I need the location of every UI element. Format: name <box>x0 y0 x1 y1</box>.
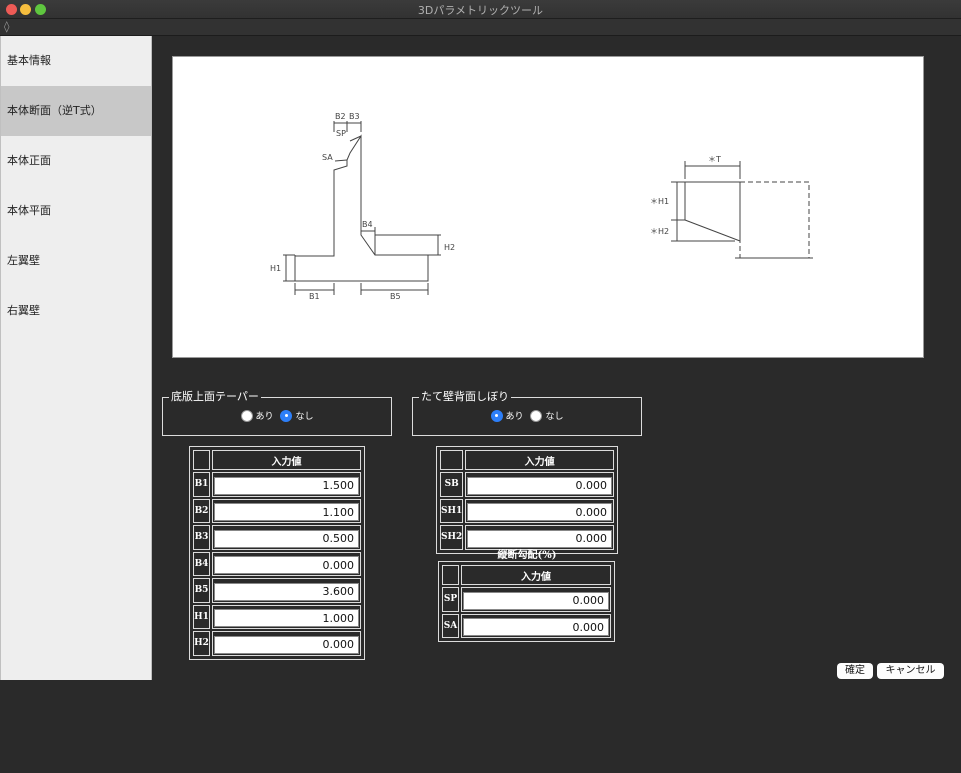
label-b2: B2 <box>335 112 346 121</box>
taper-legend: 底版上面テーパー <box>169 390 261 404</box>
input-b3[interactable] <box>214 529 359 548</box>
window-title: 3Dパラメトリックツール <box>417 4 544 17</box>
sidebar-item-plan[interactable]: 本体平面 <box>1 186 151 236</box>
radio-selected-icon[interactable] <box>280 409 293 422</box>
updown-chevron-icon[interactable]: ◊ <box>4 20 9 33</box>
row-label-h1: H1 <box>193 604 210 629</box>
label-h1: H1 <box>270 264 281 273</box>
row-label-sh1: SH1 <box>440 498 464 523</box>
radio-selected-icon[interactable] <box>490 409 503 422</box>
input-h1[interactable] <box>214 609 359 627</box>
sidebar-item-left-wing[interactable]: 左翼壁 <box>1 236 151 286</box>
cross-section-diagram: B2 B3 SP SA B4 H2 H1 B1 B5 ＊T ＊H1 ＊H2 <box>172 56 924 358</box>
table-row: SB <box>440 472 614 497</box>
input-sh2[interactable] <box>467 529 612 548</box>
table-row: B5 <box>193 578 361 603</box>
taper-option-yes[interactable]: あり <box>240 409 274 422</box>
table-row: B1 <box>193 472 361 497</box>
taper-option-yes-label: あり <box>255 412 274 422</box>
input-sp[interactable] <box>463 591 609 610</box>
back-wall-group: たて壁背面しぼり あり なし <box>412 390 642 436</box>
taper-group: 底版上面テーパー あり なし <box>162 390 392 436</box>
row-label-b5: B5 <box>193 578 210 603</box>
confirm-button[interactable]: 確定 <box>837 663 873 679</box>
label-sp: SP <box>336 129 346 138</box>
table-row: SH1 <box>440 498 614 523</box>
radio-icon[interactable] <box>530 409 543 422</box>
sidebar: 基本情報 本体断面（逆T式） 本体正面 本体平面 左翼壁 右翼壁 <box>0 36 152 680</box>
table-row: SP <box>442 587 611 612</box>
input-b1[interactable] <box>214 476 359 495</box>
label-star-h1: ＊H1 <box>650 197 669 206</box>
label-b1: B1 <box>309 292 320 301</box>
title-bar: 3Dパラメトリックツール <box>0 0 961 19</box>
label-sa: SA <box>322 153 333 162</box>
sidebar-item-front[interactable]: 本体正面 <box>1 136 151 186</box>
back-wall-legend: たて壁背面しぼり <box>419 390 511 404</box>
taper-radio-group: あり なし <box>163 409 391 425</box>
table-corner <box>440 450 464 470</box>
cancel-button[interactable]: キャンセル <box>877 663 944 679</box>
table-row: H1 <box>193 604 361 629</box>
back-wall-table: 入力値 SB SH1 SH2 <box>436 446 618 554</box>
label-h2: H2 <box>444 243 455 252</box>
sidebar-item-right-wing[interactable]: 右翼壁 <box>1 286 151 336</box>
label-star-h2: ＊H2 <box>650 227 669 236</box>
row-label-b2: B2 <box>193 498 210 523</box>
toolbar: ◊ <box>0 19 961 36</box>
input-b5[interactable] <box>214 582 359 601</box>
input-b4[interactable] <box>214 556 359 574</box>
back-wall-option-yes[interactable]: あり <box>490 409 524 422</box>
input-h2[interactable] <box>214 635 359 654</box>
row-label-h2: H2 <box>193 631 210 656</box>
back-wall-option-no-label: なし <box>545 412 564 422</box>
table-header: 入力値 <box>461 565 611 585</box>
row-label-sp: SP <box>442 587 459 612</box>
slope-caption: 縦断勾配(%) <box>497 550 557 561</box>
table-row: B2 <box>193 498 361 523</box>
label-b5: B5 <box>390 292 401 301</box>
slope-table: 入力値 SP SA <box>438 561 615 642</box>
taper-option-no[interactable]: なし <box>280 409 313 422</box>
table-row: H2 <box>193 631 361 656</box>
table-header: 入力値 <box>212 450 361 470</box>
label-b4: B4 <box>362 220 373 229</box>
sidebar-item-basic-info[interactable]: 基本情報 <box>1 36 151 86</box>
table-row: B4 <box>193 551 361 576</box>
table-corner <box>442 565 459 585</box>
label-b3: B3 <box>349 112 360 121</box>
taper-option-no-label: なし <box>295 412 314 422</box>
input-sb[interactable] <box>467 476 612 495</box>
back-wall-option-yes-label: あり <box>505 412 524 422</box>
input-sa[interactable] <box>463 618 609 636</box>
diagram-drawing: B2 B3 SP SA B4 H2 H1 B1 B5 ＊T ＊H1 ＊H2 <box>270 112 813 301</box>
input-sh1[interactable] <box>467 503 612 521</box>
radio-icon[interactable] <box>240 409 253 422</box>
row-label-b4: B4 <box>193 551 210 576</box>
label-t: ＊T <box>708 155 721 164</box>
row-label-sa: SA <box>442 613 459 638</box>
row-label-b1: B1 <box>193 472 210 497</box>
back-wall-radio-group: あり なし <box>413 409 641 425</box>
table-row: B3 <box>193 525 361 550</box>
sidebar-item-section[interactable]: 本体断面（逆T式） <box>1 86 151 136</box>
input-b2[interactable] <box>214 503 359 521</box>
row-label-b3: B3 <box>193 525 210 550</box>
table-row: SA <box>442 613 611 638</box>
table-header: 入力値 <box>465 450 614 470</box>
back-wall-option-no[interactable]: なし <box>530 409 563 422</box>
row-label-sb: SB <box>440 472 464 497</box>
dimension-table: 入力値 B1 B2 B3 B4 B5 H1 H2 <box>189 446 365 660</box>
table-corner <box>193 450 210 470</box>
